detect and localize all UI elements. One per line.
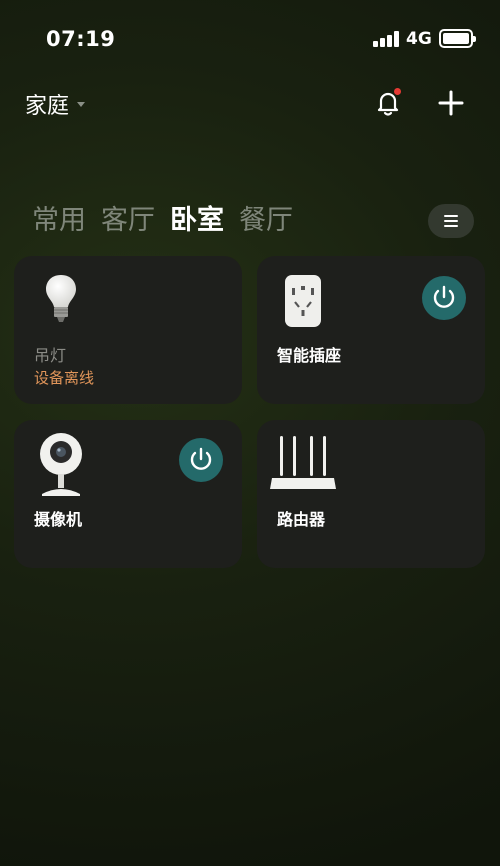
tab-canting[interactable]: 餐厅 bbox=[239, 202, 293, 240]
device-card-pendant-light[interactable]: 吊灯 设备离线 bbox=[14, 256, 242, 404]
room-menu-button[interactable] bbox=[428, 204, 474, 238]
add-icon[interactable] bbox=[437, 89, 465, 117]
device-status-offline: 设备离线 bbox=[34, 369, 95, 387]
network-type: 4G bbox=[406, 29, 432, 49]
tab-woshi[interactable]: 卧室 bbox=[170, 202, 224, 240]
room-tabs: 常用 客厅 卧室 餐厅 bbox=[32, 202, 308, 240]
device-card-smart-plug[interactable]: 智能插座 bbox=[257, 256, 485, 404]
camera-icon bbox=[38, 428, 84, 502]
router-icon bbox=[269, 434, 337, 496]
status-time: 07:19 bbox=[46, 27, 116, 51]
status-bar: 07:19 4G bbox=[0, 0, 500, 80]
smart-plug-icon bbox=[284, 274, 322, 332]
device-name: 智能插座 bbox=[277, 346, 342, 365]
signal-icon bbox=[373, 31, 401, 47]
device-card-router[interactable]: 路由器 bbox=[257, 420, 485, 568]
bulb-icon bbox=[44, 273, 78, 329]
battery-icon bbox=[439, 29, 476, 48]
home-label: 家庭 bbox=[25, 94, 70, 119]
device-name: 路由器 bbox=[277, 510, 326, 529]
device-name: 吊灯 bbox=[34, 346, 67, 365]
power-button[interactable] bbox=[422, 276, 466, 320]
notification-dot bbox=[394, 88, 401, 95]
device-card-camera[interactable]: 摄像机 bbox=[14, 420, 242, 568]
device-name: 摄像机 bbox=[34, 510, 83, 529]
tab-keting[interactable]: 客厅 bbox=[101, 202, 155, 240]
home-selector[interactable]: 家庭 bbox=[25, 89, 86, 119]
power-button[interactable] bbox=[179, 438, 223, 482]
notification-bell-icon[interactable] bbox=[373, 88, 403, 118]
caret-down-icon bbox=[77, 101, 86, 107]
tab-changyong[interactable]: 常用 bbox=[32, 202, 86, 240]
